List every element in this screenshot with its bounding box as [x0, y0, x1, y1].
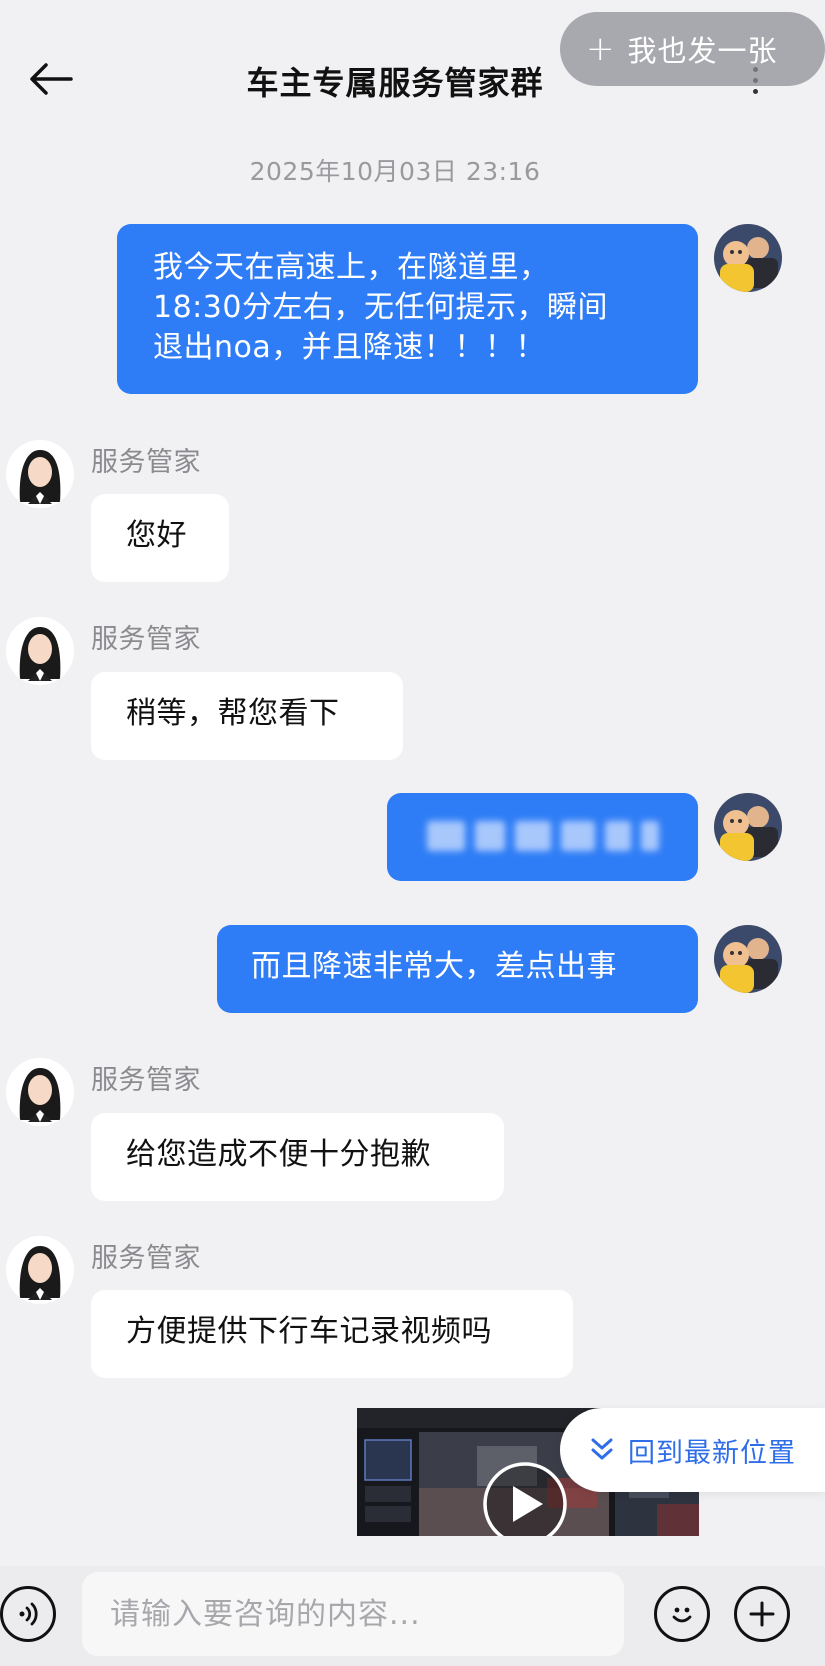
message-bubble-incoming[interactable]: 稍等，帮您看下	[91, 672, 403, 760]
agent-avatar[interactable]	[6, 440, 74, 508]
emoji-button[interactable]	[654, 1586, 710, 1642]
agent-avatar[interactable]	[6, 617, 74, 685]
message-bubble-outgoing-blurred[interactable]	[387, 793, 698, 881]
more-icon-dot	[752, 88, 758, 94]
chat-screen: 车主专属服务管家群 + 我也发一张 2025年10月03日 23:16 我今天在…	[0, 0, 825, 1666]
scroll-to-latest-label: 回到最新位置	[628, 1437, 796, 1469]
message-text: 而且降速非常大，差点出事	[251, 949, 617, 984]
message-text: 您好	[126, 518, 187, 553]
message-text: 稍等，帮您看下	[126, 696, 340, 731]
add-icon	[749, 1601, 775, 1627]
agent-avatar[interactable]	[6, 1058, 74, 1126]
sender-name: 服务管家	[91, 624, 201, 655]
sender-name: 服务管家	[91, 447, 201, 478]
play-icon	[483, 1462, 567, 1536]
sender-name: 服务管家	[91, 1243, 201, 1274]
user-avatar[interactable]	[714, 224, 782, 292]
message-bubble-outgoing[interactable]: 而且降速非常大，差点出事	[217, 925, 698, 1013]
double-chevron-down-icon	[590, 1437, 614, 1463]
sender-name: 服务管家	[91, 1065, 201, 1096]
message-bubble-incoming[interactable]: 方便提供下行车记录视频吗	[91, 1290, 573, 1378]
share-photo-label: 我也发一张	[627, 34, 778, 68]
message-text: 退出noa，并且降速！！！！	[153, 330, 546, 365]
plus-icon: +	[586, 29, 616, 69]
message-text: 我今天在高速上，在隧道里，	[153, 250, 550, 285]
message-bubble-incoming[interactable]: 给您造成不便十分抱歉	[91, 1113, 504, 1201]
user-avatar[interactable]	[714, 925, 782, 993]
chat-header: 车主专属服务管家群 + 我也发一张	[0, 0, 825, 150]
emoji-icon	[672, 1607, 692, 1623]
share-photo-button[interactable]: + 我也发一张	[560, 12, 825, 86]
blurred-message-text	[427, 821, 698, 851]
user-avatar[interactable]	[714, 793, 782, 861]
voice-input-button[interactable]	[0, 1586, 56, 1642]
message-text: 18:30分左右，无任何提示，瞬间	[153, 290, 608, 325]
message-bubble-outgoing[interactable]: 我今天在高速上，在隧道里， 18:30分左右，无任何提示，瞬间 退出noa，并且…	[117, 224, 698, 394]
scroll-to-latest-button[interactable]: 回到最新位置	[560, 1408, 825, 1492]
add-attachment-button[interactable]	[734, 1586, 790, 1642]
message-input[interactable]	[82, 1572, 624, 1656]
message-text: 给您造成不便十分抱歉	[126, 1137, 431, 1172]
message-timestamp: 2025年10月03日 23:16	[249, 157, 541, 186]
voice-icon	[19, 1602, 38, 1626]
agent-avatar[interactable]	[6, 1236, 74, 1304]
message-bubble-incoming[interactable]: 您好	[91, 494, 229, 582]
message-input-bar	[0, 1566, 825, 1666]
message-text: 方便提供下行车记录视频吗	[126, 1314, 492, 1349]
